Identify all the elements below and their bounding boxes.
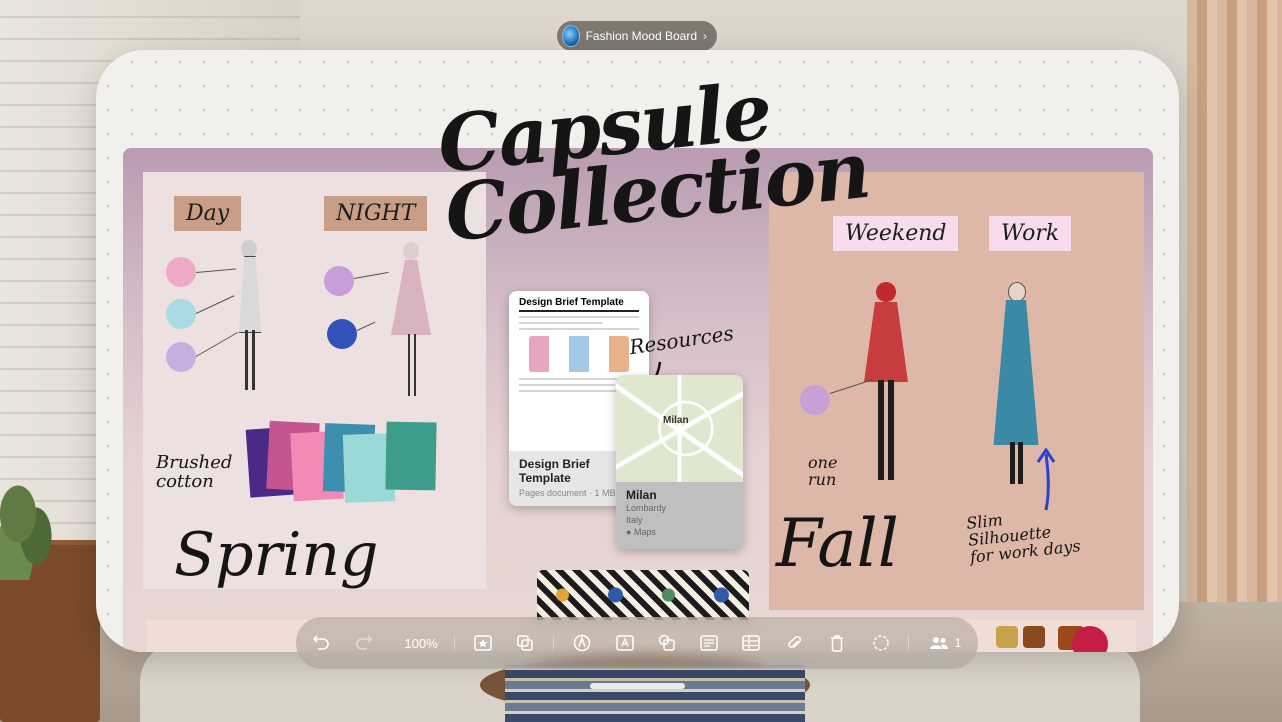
sketch-day-outfit[interactable] [229, 240, 269, 395]
map-preview: Milan [616, 375, 743, 482]
document-illustration [529, 336, 629, 372]
figure-coat [238, 256, 262, 333]
figure-leg [888, 380, 894, 480]
swatch-pink[interactable] [166, 257, 196, 287]
swatch-purple[interactable] [324, 266, 354, 296]
swatch-lavender[interactable] [166, 342, 196, 372]
place-region: Lombardy [626, 503, 667, 513]
text-line [519, 328, 639, 330]
tag-work[interactable]: Work [989, 216, 1072, 251]
label-spring[interactable]: Spring [174, 520, 378, 590]
mosaic-tile-image[interactable] [537, 570, 749, 620]
separator [908, 635, 909, 651]
insert-media-icon[interactable] [470, 617, 496, 669]
note-brushed-cotton[interactable]: Brushed cotton [156, 453, 232, 492]
figure-leg [245, 330, 248, 390]
undo-icon[interactable] [308, 617, 334, 669]
note-fall[interactable]: one run [808, 454, 837, 489]
blue-arrow-icon [1036, 448, 1056, 511]
figure-leg [1010, 442, 1015, 484]
figure-leg [408, 334, 410, 396]
figure-leg [414, 334, 416, 396]
text-line [519, 322, 603, 324]
delete-icon[interactable] [824, 617, 850, 669]
figure-leg [252, 330, 255, 390]
collaborators-button[interactable]: 1 [924, 617, 966, 669]
figure-head [403, 242, 419, 260]
swatch-cobalt[interactable] [327, 319, 357, 349]
redo-icon[interactable] [351, 617, 377, 669]
tag-night[interactable]: NIGHT [324, 196, 428, 231]
pen-icon[interactable] [569, 617, 595, 669]
figure-leg [878, 380, 884, 480]
figure-head [241, 240, 257, 258]
table-icon[interactable] [738, 617, 764, 669]
figure-teal-coat [993, 300, 1039, 445]
window-title-pill[interactable]: Fashion Mood Board › [557, 21, 717, 51]
figure-leg [1018, 442, 1023, 484]
bottom-toolbar: 100% 1 [296, 617, 978, 669]
place-name: Milan [626, 488, 657, 502]
tag-weekend[interactable]: Weekend [833, 216, 959, 251]
attachment-icon[interactable] [781, 617, 807, 669]
collaborator-count: 1 [954, 636, 962, 650]
sketch-weekend-outfit[interactable] [856, 282, 916, 492]
window-title: Fashion Mood Board [585, 29, 697, 43]
figure-dress [391, 260, 431, 335]
place-source-label: Maps [633, 527, 656, 538]
sticky-note-icon[interactable] [696, 617, 722, 669]
people-icon [929, 637, 948, 649]
swatch-aqua[interactable] [166, 299, 196, 329]
board-heading[interactable]: Capsule Collection [434, 66, 873, 260]
fabric-swatch[interactable] [385, 421, 437, 491]
sketch-night-dress[interactable] [386, 242, 436, 402]
separator [553, 635, 554, 651]
color-chip[interactable] [1023, 626, 1045, 648]
shapes-icon[interactable] [654, 617, 680, 669]
chevron-right-icon: › [703, 29, 707, 43]
tag-day[interactable]: Day [174, 196, 242, 231]
document-preview-title: Design Brief Template [519, 297, 639, 312]
plant [0, 470, 60, 580]
zoom-level[interactable]: 100% [400, 617, 442, 669]
figure-beanie [876, 282, 896, 302]
color-chip[interactable] [996, 626, 1018, 648]
label-fall[interactable]: Fall [776, 505, 899, 582]
freeform-board[interactable]: Capsule Collection Day NIGHT Weekend Wor… [96, 50, 1179, 652]
figure-head [1008, 282, 1026, 302]
text-box-icon[interactable] [612, 617, 638, 669]
book-stack [505, 665, 805, 722]
copy-icon[interactable] [512, 617, 538, 669]
place-country: Italy [626, 515, 643, 526]
map-info: Milan Lombardy Italy ● Maps [616, 482, 743, 549]
lasso-icon[interactable] [868, 617, 894, 669]
freeform-app-icon [562, 25, 580, 47]
place-source: ● Maps [626, 526, 733, 538]
milan-map-card[interactable]: Milan Milan Lombardy Italy ● Maps [616, 375, 743, 549]
window-grabber[interactable] [590, 683, 685, 689]
swatch-mauve[interactable] [800, 385, 830, 415]
apple-logo-icon: ● [626, 527, 632, 538]
map-city-label: Milan [663, 415, 689, 426]
figure-red-coat [864, 302, 908, 382]
text-line [519, 316, 639, 318]
separator [454, 635, 455, 651]
text-line [519, 384, 615, 386]
